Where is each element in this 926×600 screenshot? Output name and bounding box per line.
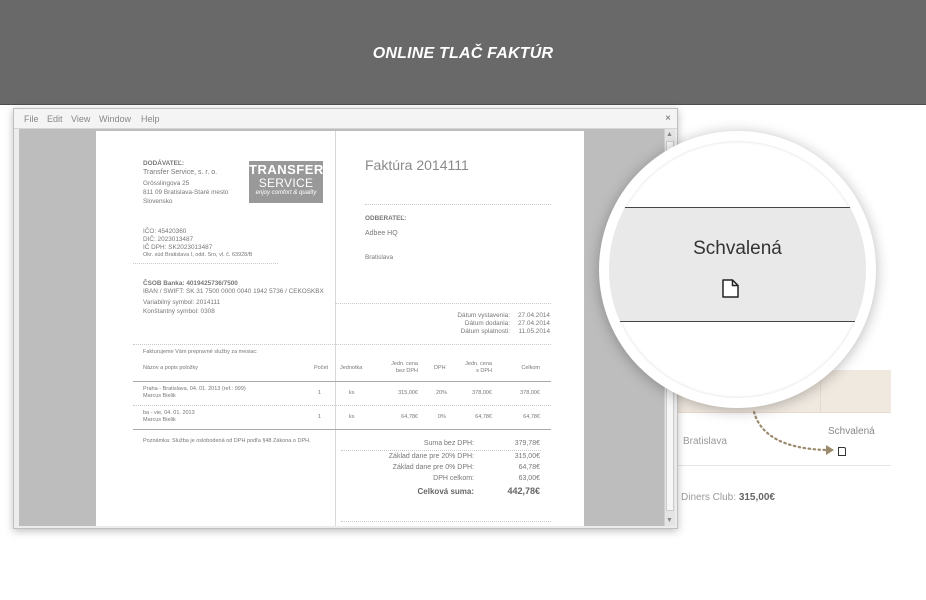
date-issued-value: 27.04.2014	[518, 312, 550, 319]
payment-value: 315,00€	[738, 492, 775, 503]
col-price-incl-l1: Jedn. cena	[465, 361, 492, 367]
divider	[133, 344, 551, 345]
variable-symbol: Variabilný symbol: 2014111	[143, 299, 221, 306]
payment-label: Diners Club:	[681, 492, 737, 503]
invoice-title: Faktúra 2014111	[365, 157, 469, 173]
bank: ČSOB Banka: 4019425736/7500	[143, 280, 238, 287]
document-viewport: DODÁVATEĽ: Transfer Service, s. r. o. Gr…	[19, 129, 664, 526]
ico: IČO: 45420360	[143, 228, 187, 235]
date-due-label: Dátum splatnosti:	[460, 328, 510, 335]
menu-edit[interactable]: Edit	[47, 114, 63, 124]
col-price-incl-l2: s DPH	[476, 368, 492, 374]
status-approved: Schvalená	[693, 238, 782, 259]
magnifier-lens: Schvalená	[599, 131, 876, 408]
row-unit: ks	[349, 414, 355, 420]
pointer-arrow-icon	[752, 410, 834, 455]
date-due-value: 11.05.2014	[518, 328, 550, 335]
col-unit: Jednotka	[340, 365, 363, 371]
divider	[365, 204, 551, 205]
icdph: IČ DPH: SK2023013487	[143, 244, 213, 251]
date-delivery-label: Dátum dodania:	[464, 320, 510, 327]
close-icon[interactable]: ×	[665, 113, 671, 124]
row-sub: Marcus Bielik	[143, 417, 176, 423]
sum-excl-label: Suma bez DPH:	[423, 440, 474, 447]
base0-value: 64,78€	[518, 464, 540, 471]
menu-file[interactable]: File	[24, 114, 39, 124]
row-qty: 1	[318, 414, 322, 420]
col-price-excl-l2: bez DPH	[395, 368, 418, 374]
base20-value: 315,00€	[514, 453, 540, 460]
row-price-vat: 64,78€	[475, 414, 492, 420]
divider	[133, 381, 551, 382]
supplier-name: Transfer Service, s. r. o.	[143, 169, 218, 176]
col-name: Názov a popis položky	[143, 365, 199, 371]
registry: Okr. súd Bratislava I, odd. Sro, vl. č. …	[143, 252, 253, 258]
supplier-street: Grösslingova 25	[143, 180, 190, 187]
invoice-page: DODÁVATEĽ: Transfer Service, s. r. o. Gr…	[96, 131, 584, 526]
page-title: ONLINE TLAČ FAKTÚR	[372, 45, 554, 62]
row-total: 378,00€	[520, 390, 540, 396]
row-unit: ks	[349, 390, 355, 396]
grand-total-label: Celková suma:	[417, 487, 474, 496]
scroll-up-icon[interactable]: ▲	[666, 131, 673, 138]
row-vat: 0%	[438, 414, 446, 420]
constant-symbol: Konštantný symbol: 0308	[143, 308, 215, 315]
row-vat: 20%	[436, 390, 448, 396]
row-price: 315,00€	[398, 390, 418, 396]
base0-label: Základ dane pre 0% DPH:	[392, 464, 474, 471]
row-total: 64,78€	[523, 414, 540, 420]
vat-total-label: DPH celkom:	[433, 475, 474, 482]
divider	[133, 405, 551, 406]
dic: DIČ: 2023013487	[143, 236, 194, 243]
menu-view[interactable]: View	[71, 114, 90, 124]
row-price: 64,78€	[401, 414, 418, 420]
invoice-note: Poznámka: Služba je oslobodená od DPH po…	[143, 438, 311, 444]
document-icon[interactable]	[722, 279, 739, 298]
items-intro: Fakturujeme Vám prepravné služby za mesi…	[143, 349, 258, 355]
date-delivery-value: 27.04.2014	[518, 320, 550, 327]
column-divider	[335, 131, 336, 526]
grand-total-value: 442,78€	[507, 486, 540, 496]
menu-help[interactable]: Help	[141, 114, 160, 124]
date-issued-label: Dátum vystavenia:	[457, 312, 510, 319]
menu-bar: File Edit View Window Help ×	[14, 109, 677, 129]
customer-name: Adbee HQ	[365, 230, 398, 237]
divider	[133, 429, 551, 430]
base20-label: Základ dane pre 20% DPH:	[388, 453, 474, 460]
magnifier-content: Schvalená	[609, 141, 866, 398]
col-vat: DPH	[434, 365, 446, 371]
row-name: ba - vie, 04. 01. 2013	[143, 410, 195, 416]
magnified-row: Schvalená	[609, 207, 866, 322]
customer-city: Bratislava	[365, 254, 394, 261]
iban: IBAN / SWIFT: SK 31 7500 0000 0040 1942 …	[143, 288, 324, 295]
divider	[341, 450, 541, 451]
scroll-down-icon[interactable]: ▼	[666, 517, 673, 524]
cell-city: Bratislava	[683, 436, 727, 447]
payment-summary: Diners Club: 315,00€	[681, 492, 775, 503]
divider	[335, 303, 551, 304]
document-viewer-window: File Edit View Window Help × DODÁVATEĽ: …	[13, 108, 678, 529]
customer-label: ODBERATEĽ:	[365, 215, 407, 222]
company-logo: TRANSFER SERVICE enjoy comfort & quality	[249, 161, 323, 203]
supplier-label: DODÁVATEĽ:	[143, 160, 184, 167]
supplier-country: Slovensko	[143, 198, 173, 205]
col-price-excl-l1: Jedn. cena	[391, 361, 418, 367]
supplier-city: 811 09 Bratislava-Staré mesto	[143, 189, 229, 196]
row-price-vat: 378,00€	[472, 390, 492, 396]
logo-line1: TRANSFER	[249, 162, 324, 177]
row-sub: Marcus Bielik	[143, 393, 176, 399]
divider	[133, 263, 278, 264]
header-banner: ONLINE TLAČ FAKTÚR	[0, 0, 926, 105]
divider	[341, 521, 551, 522]
logo-line2: SERVICE	[258, 176, 314, 190]
vat-total-value: 63,00€	[518, 475, 540, 482]
logo-tagline: enjoy comfort & quality	[255, 190, 317, 196]
menu-window[interactable]: Window	[99, 114, 131, 124]
row-qty: 1	[318, 390, 322, 396]
row-divider	[660, 465, 891, 466]
row-name: Praha - Bratislava, 04. 01. 2013 (ref.: …	[143, 386, 246, 392]
col-qty: Počet	[314, 365, 329, 371]
col-total: Celkom	[521, 365, 540, 371]
sum-excl-value: 379,78€	[514, 440, 540, 447]
